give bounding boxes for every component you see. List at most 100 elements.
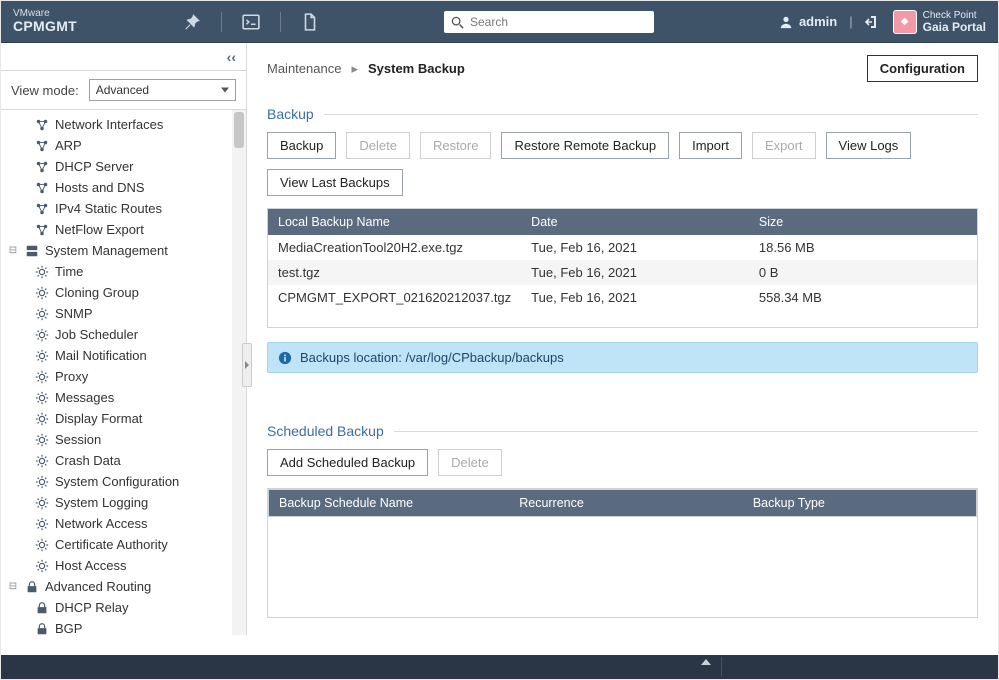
user-icon xyxy=(779,15,793,29)
sidebar-item[interactable]: System Configuration xyxy=(1,471,246,492)
sidebar-item[interactable]: IPv4 Static Routes xyxy=(1,198,246,219)
gear-icon xyxy=(35,307,49,321)
col-name[interactable]: Local Backup Name xyxy=(268,209,521,235)
search-input[interactable]: Search xyxy=(444,11,654,33)
user-menu[interactable]: admin xyxy=(779,14,837,29)
configuration-button[interactable]: Configuration xyxy=(867,55,978,82)
sidebar-item[interactable]: NetFlow Export xyxy=(1,219,246,240)
add-scheduled-backup-button[interactable]: Add Scheduled Backup xyxy=(267,449,428,476)
search-placeholder: Search xyxy=(470,15,508,29)
sidebar-item[interactable]: System Logging xyxy=(1,492,246,513)
scheduled-table-wrap: Backup Schedule Name Recurrence Backup T… xyxy=(267,488,978,618)
header-separator: | xyxy=(849,14,852,29)
info-text: Backups location: /var/log/CPbackup/back… xyxy=(300,350,564,365)
gear-icon xyxy=(35,475,49,489)
sidebar-item[interactable]: Host Access xyxy=(1,555,246,576)
sidebar-item[interactable]: DHCP Relay xyxy=(1,597,246,618)
table-row[interactable]: test.tgzTue, Feb 16, 20210 B xyxy=(268,260,977,285)
sidebar-item[interactable]: Messages xyxy=(1,387,246,408)
brand-vendor: VMware xyxy=(13,9,173,20)
breadcrumb-parent[interactable]: Maintenance xyxy=(267,61,341,76)
viewmode-row: View mode: Advanced xyxy=(1,71,246,110)
toolbar-separator xyxy=(221,12,222,32)
nodes-icon xyxy=(35,160,49,174)
col-size[interactable]: Size xyxy=(749,209,977,235)
document-icon[interactable] xyxy=(301,13,319,31)
minus-icon: ⊟ xyxy=(7,581,19,592)
lock-icon xyxy=(35,601,49,615)
sidebar-item[interactable]: Network Access xyxy=(1,513,246,534)
sidebar-item[interactable]: Hosts and DNS xyxy=(1,177,246,198)
table-row[interactable]: MediaCreationTool20H2.exe.tgzTue, Feb 16… xyxy=(268,235,977,260)
minus-icon: ⊟ xyxy=(7,245,19,256)
viewmode-value: Advanced xyxy=(96,83,149,97)
gear-icon xyxy=(35,454,49,468)
sidebar-item[interactable]: DHCP Server xyxy=(1,156,246,177)
gear-icon xyxy=(35,412,49,426)
sidebar: ‹‹ View mode: Advanced Network Interface… xyxy=(1,43,247,635)
export-button: Export xyxy=(752,132,816,159)
scheduled-buttons: Add Scheduled Backup Delete xyxy=(267,449,978,476)
col-recurrence[interactable]: Recurrence xyxy=(509,490,743,517)
view-logs-button[interactable]: View Logs xyxy=(826,132,912,159)
scheduled-section: Scheduled Backup Add Scheduled Backup De… xyxy=(267,423,978,618)
sidebar-item[interactable]: Time xyxy=(1,261,246,282)
gear-icon xyxy=(35,496,49,510)
sidebar-collapse-button[interactable]: ‹‹ xyxy=(1,43,246,71)
backup-button[interactable]: Backup xyxy=(267,132,336,159)
user-name: admin xyxy=(799,14,837,29)
gear-icon xyxy=(35,328,49,342)
nav-group-network: Network Interfaces ARP DHCP Server Hosts… xyxy=(1,114,246,240)
gear-icon xyxy=(35,286,49,300)
main-area: ‹‹ View mode: Advanced Network Interface… xyxy=(1,43,998,635)
backup-buttons: Backup Delete Restore Restore Remote Bac… xyxy=(267,132,978,196)
sidebar-item[interactable]: Certificate Authority xyxy=(1,534,246,555)
sidebar-item[interactable]: Proxy xyxy=(1,366,246,387)
breadcrumb-current: System Backup xyxy=(368,61,465,76)
gear-icon xyxy=(35,538,49,552)
brand: VMware CPMGMT xyxy=(13,9,173,34)
sidebar-item[interactable]: Crash Data xyxy=(1,450,246,471)
col-date[interactable]: Date xyxy=(521,209,749,235)
sidebar-item[interactable]: Job Scheduler xyxy=(1,324,246,345)
sidebar-item[interactable]: Network Interfaces xyxy=(1,114,246,135)
terminal-icon[interactable] xyxy=(242,13,260,31)
checkpoint-logo-icon: ◆ xyxy=(893,10,917,34)
view-last-backups-button[interactable]: View Last Backups xyxy=(267,169,403,196)
sidebar-item[interactable]: ARP xyxy=(1,135,246,156)
server-icon xyxy=(25,244,39,258)
backup-section: Backup Backup Delete Restore Restore Rem… xyxy=(267,106,978,373)
header-right: admin | ◆ Check Point Gaia Portal xyxy=(779,10,986,34)
info-banner: Backups location: /var/log/CPbackup/back… xyxy=(267,342,978,373)
logout-icon[interactable] xyxy=(865,14,881,30)
pin-icon[interactable] xyxy=(183,13,201,31)
app-footer xyxy=(1,655,998,679)
product-brand: ◆ Check Point Gaia Portal xyxy=(893,10,986,34)
sidebar-item[interactable]: BGP xyxy=(1,618,246,635)
sidebar-item[interactable]: Mail Notification xyxy=(1,345,246,366)
nodes-icon xyxy=(35,202,49,216)
viewmode-select[interactable]: Advanced xyxy=(89,79,236,101)
sidebar-item[interactable]: Cloning Group xyxy=(1,282,246,303)
gear-icon xyxy=(35,517,49,531)
nav-group-system-management[interactable]: ⊟ System Management xyxy=(1,240,246,261)
breadcrumb: Maintenance ▸ System Backup xyxy=(267,61,465,77)
sidebar-item[interactable]: SNMP xyxy=(1,303,246,324)
content-area: Maintenance ▸ System Backup Configuratio… xyxy=(247,43,998,635)
search-icon xyxy=(450,15,464,29)
import-button[interactable]: Import xyxy=(679,132,742,159)
chevron-down-icon xyxy=(221,88,229,93)
delete-scheduled-button: Delete xyxy=(438,449,502,476)
product-line1: Check Point xyxy=(923,11,986,21)
footer-expand-icon[interactable] xyxy=(701,659,711,665)
col-backup-type[interactable]: Backup Type xyxy=(743,490,977,517)
sidebar-item[interactable]: Display Format xyxy=(1,408,246,429)
table-row[interactable]: CPMGMT_EXPORT_021620212037.tgzTue, Feb 1… xyxy=(268,285,977,310)
nav-group-advanced-routing[interactable]: ⊟ Advanced Routing xyxy=(1,576,246,597)
footer-divider xyxy=(721,657,722,677)
scheduled-table: Backup Schedule Name Recurrence Backup T… xyxy=(268,489,977,517)
col-schedule-name[interactable]: Backup Schedule Name xyxy=(269,490,510,517)
restore-remote-button[interactable]: Restore Remote Backup xyxy=(501,132,669,159)
sidebar-item[interactable]: Session xyxy=(1,429,246,450)
lock-icon xyxy=(35,622,49,636)
